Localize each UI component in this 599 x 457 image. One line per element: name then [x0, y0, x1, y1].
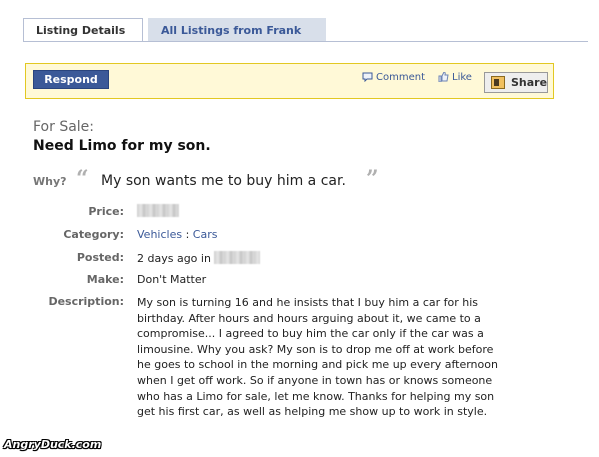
price-value	[137, 204, 179, 218]
why-label: Why?	[33, 175, 67, 188]
share-button[interactable]: Share	[484, 72, 548, 93]
like-icon	[438, 71, 452, 83]
posted-location-redacted	[214, 251, 261, 264]
description-line: when I get off work. So if anyone in tow…	[137, 373, 493, 387]
description-label: Description:	[48, 295, 124, 308]
tabs-divider	[23, 41, 588, 42]
description-line: My son is turning 16 and he insists that…	[137, 296, 479, 309]
posted-time: 2 days ago in	[137, 252, 211, 265]
comment-label: Comment	[376, 72, 425, 83]
category-value: Vehicles : Cars	[137, 228, 217, 241]
share-label: Share	[511, 76, 548, 89]
close-quote-icon: ”	[366, 166, 379, 192]
posted-label: Posted:	[76, 251, 124, 264]
category-cars-link[interactable]: Cars	[193, 228, 218, 241]
listing-title: Need Limo for my son.	[33, 138, 211, 154]
description-line: limousine. Why you ask? My son is to dro…	[137, 342, 494, 356]
description-line: he goes to school in the morning and pic…	[137, 358, 498, 372]
description-text: My son is turning 16 and he insists that…	[137, 295, 529, 420]
make-label: Make:	[86, 273, 124, 286]
price-label: Price:	[88, 205, 124, 218]
open-quote-icon: “	[76, 166, 89, 192]
description-line: birthday. After hours and hours arguing …	[137, 311, 481, 325]
category-label: Category:	[63, 228, 124, 241]
why-text: My son wants me to buy him a car.	[101, 173, 346, 189]
category-separator: :	[182, 228, 193, 241]
price-redacted	[137, 204, 179, 217]
category-vehicles-link[interactable]: Vehicles	[137, 228, 182, 241]
like-link[interactable]: Like	[438, 71, 472, 83]
posted-value: 2 days ago in	[137, 251, 261, 265]
tab-all-listings[interactable]: All Listings from Frank	[148, 18, 326, 41]
tab-listing-details[interactable]: Listing Details	[23, 18, 143, 42]
make-value: Don't Matter	[137, 273, 207, 286]
description-line: get his first car, as well as helping me…	[137, 405, 488, 419]
respond-button[interactable]: Respond	[33, 70, 109, 89]
comment-icon	[362, 72, 376, 83]
like-label: Like	[452, 72, 472, 83]
watermark: AngryDuck.com	[4, 438, 102, 451]
listing-tabs: Listing Details All Listings from Frank	[23, 18, 588, 42]
action-bar: Respond Comment Like Share	[25, 63, 554, 99]
description-line: who has a Limo for sale, let me know. Th…	[137, 389, 495, 403]
comment-link[interactable]: Comment	[362, 72, 425, 83]
description-line: compromise... I agreed to buy him the ca…	[137, 327, 484, 341]
for-sale-label: For Sale:	[33, 119, 95, 135]
